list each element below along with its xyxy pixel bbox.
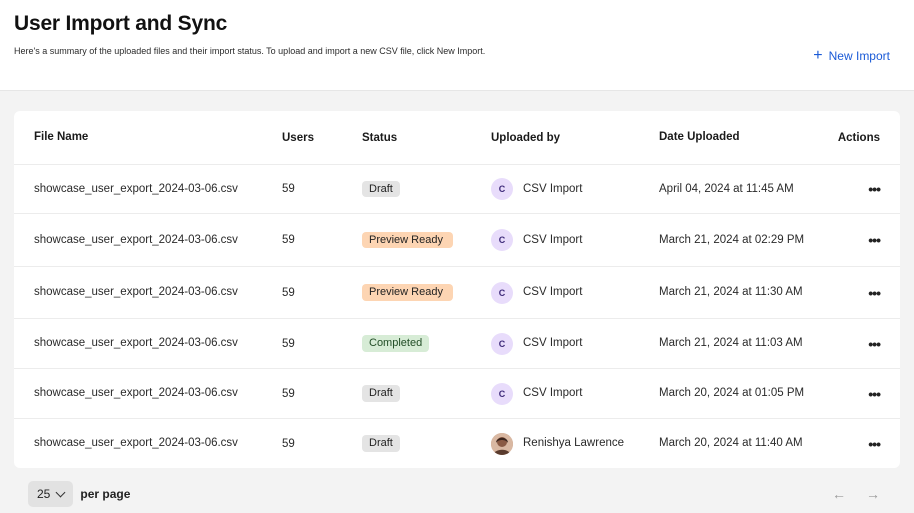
date-uploaded-cell: April 04, 2024 at 11:45 AM <box>659 182 794 195</box>
uploaded-by-cell: C CSV Import <box>491 214 582 266</box>
uploader-name: CSV Import <box>523 337 583 349</box>
uploader-name: Renishya Lawrence <box>523 437 625 449</box>
uploaded-by-cell: Renishya Lawrence <box>491 419 624 468</box>
table-row[interactable]: showcase_user_export_2024-03-06.csv 59 D… <box>14 369 900 419</box>
pagination: 25 per page <box>28 481 130 507</box>
users-cell: 59 <box>282 183 295 195</box>
page-description: Here's a summary of the uploaded files a… <box>14 46 486 56</box>
file-name-cell: showcase_user_export_2024-03-06.csv <box>34 437 238 449</box>
users-cell: 59 <box>282 387 295 400</box>
table-row[interactable]: showcase_user_export_2024-03-06.csv 59 C… <box>14 319 900 369</box>
more-actions-icon[interactable]: ••• <box>868 386 881 402</box>
uploaded-by-cell: C CSV Import <box>491 319 582 368</box>
more-actions-icon[interactable]: ••• <box>868 232 881 248</box>
plus-icon: + <box>813 47 823 64</box>
avatar: C <box>491 382 513 405</box>
uploader-name: CSV Import <box>523 387 583 399</box>
table-row[interactable]: showcase_user_export_2024-03-06.csv 59 D… <box>14 165 900 214</box>
more-actions-icon[interactable]: ••• <box>868 285 881 301</box>
date-uploaded-cell: March 20, 2024 at 11:40 AM <box>659 437 803 449</box>
column-header-users[interactable]: Users <box>282 111 314 164</box>
status-badge: Completed <box>362 335 430 352</box>
column-header-status[interactable]: Status <box>362 111 397 164</box>
date-uploaded-cell: March 21, 2024 at 02:29 PM <box>659 233 805 246</box>
users-cell: 59 <box>282 437 295 450</box>
new-import-button[interactable]: + New Import <box>813 47 890 64</box>
table-header-row: File Name Users Status Uploaded by Date … <box>14 111 900 165</box>
column-header-date-uploaded[interactable]: Date Uploaded <box>659 111 809 164</box>
status-badge: Preview Ready <box>362 284 453 301</box>
avatar: C <box>491 332 513 355</box>
status-badge: Draft <box>362 435 400 452</box>
status-badge: Preview Ready <box>362 231 453 249</box>
users-cell: 59 <box>282 337 295 350</box>
chevron-down-icon <box>55 487 66 497</box>
status-badge: Draft <box>362 180 400 198</box>
uploader-name: CSV Import <box>523 233 583 246</box>
file-name-cell: showcase_user_export_2024-03-06.csv <box>34 286 238 298</box>
more-actions-icon[interactable]: ••• <box>868 436 881 452</box>
page-header: User Import and Sync Here's a summary of… <box>0 0 914 91</box>
users-cell: 59 <box>282 234 295 246</box>
uploader-name: CSV Import <box>523 286 583 298</box>
more-actions-icon[interactable]: ••• <box>868 181 881 197</box>
avatar: C <box>491 229 513 251</box>
date-uploaded-cell: March 21, 2024 at 11:30 AM <box>659 286 803 298</box>
column-header-uploaded-by[interactable]: Uploaded by <box>491 111 560 164</box>
column-header-actions: Actions <box>837 131 880 144</box>
file-name-cell: showcase_user_export_2024-03-06.csv <box>34 233 238 246</box>
column-header-file-name[interactable]: File Name <box>34 111 254 164</box>
uploaded-by-cell: C CSV Import <box>491 267 582 318</box>
date-uploaded-cell: March 21, 2024 at 11:03 AM <box>659 337 803 349</box>
table-row[interactable]: showcase_user_export_2024-03-06.csv 59 D… <box>14 419 900 468</box>
date-uploaded-cell: March 20, 2024 at 01:05 PM <box>659 387 805 399</box>
user-photo-avatar <box>491 432 513 455</box>
per-page-value: 25 <box>37 487 51 501</box>
uploaded-by-cell: C CSV Import <box>491 165 582 213</box>
page-title: User Import and Sync <box>14 12 228 35</box>
table-row[interactable]: showcase_user_export_2024-03-06.csv 59 P… <box>14 214 900 267</box>
page-navigation: ← → <box>832 486 880 502</box>
arrow-right-icon[interactable]: → <box>866 486 880 502</box>
uploader-name: CSV Import <box>523 182 583 195</box>
more-actions-icon[interactable]: ••• <box>868 336 881 352</box>
imports-table: File Name Users Status Uploaded by Date … <box>14 111 900 468</box>
per-page-select[interactable]: 25 <box>28 481 74 507</box>
status-badge: Draft <box>362 385 400 402</box>
table-row[interactable]: showcase_user_export_2024-03-06.csv 59 P… <box>14 267 900 319</box>
avatar: C <box>491 178 513 200</box>
users-cell: 59 <box>282 286 295 299</box>
uploaded-by-cell: C CSV Import <box>491 369 582 418</box>
arrow-left-icon[interactable]: ← <box>832 486 846 502</box>
avatar: C <box>491 281 513 304</box>
file-name-cell: showcase_user_export_2024-03-06.csv <box>34 337 238 349</box>
file-name-cell: showcase_user_export_2024-03-06.csv <box>34 387 238 399</box>
new-import-label: New Import <box>828 49 890 63</box>
per-page-label: per page <box>80 487 131 501</box>
file-name-cell: showcase_user_export_2024-03-06.csv <box>34 182 238 195</box>
